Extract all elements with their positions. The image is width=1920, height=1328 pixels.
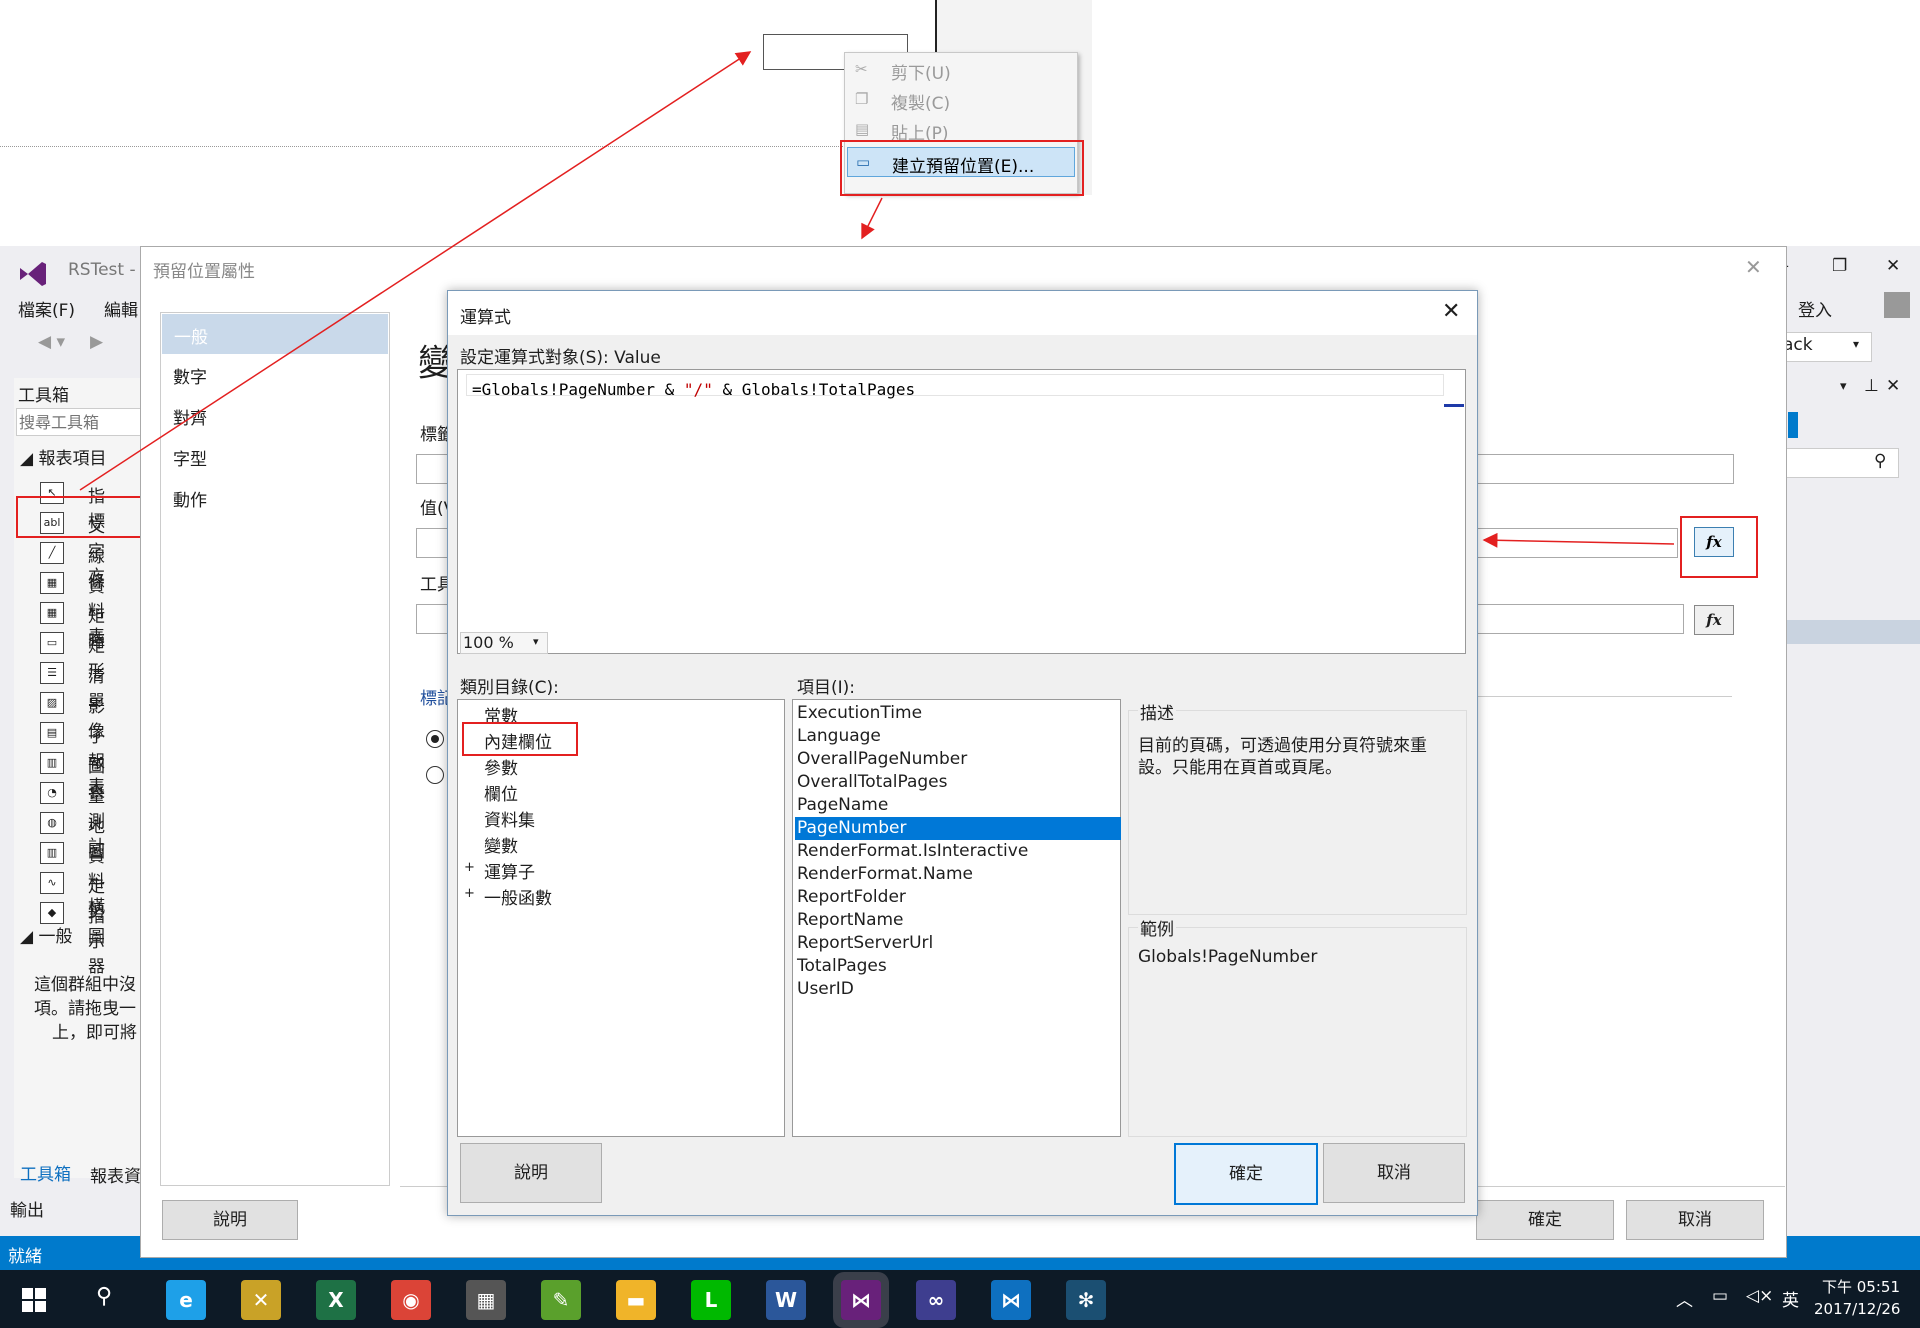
visual-studio-icon[interactable]: ⋈: [841, 1280, 881, 1320]
calculator-icon[interactable]: ▦: [466, 1280, 506, 1320]
chevron-up-icon[interactable]: ︿: [1676, 1286, 1693, 1311]
tools-icon[interactable]: ✕: [241, 1280, 281, 1320]
battery-icon[interactable]: ▭: [1712, 1286, 1728, 1306]
word-icon[interactable]: W: [766, 1280, 806, 1320]
explorer-icon[interactable]: ▬: [616, 1280, 656, 1320]
ime-indicator[interactable]: 英: [1782, 1286, 1799, 1311]
clock-time[interactable]: 下午 05:51: [1822, 1276, 1900, 1297]
search-icon[interactable]: ⚲: [96, 1284, 112, 1309]
arrow-fx-to-expression: [1482, 532, 1675, 548]
vscode-icon[interactable]: ⋈: [991, 1280, 1031, 1320]
annotation-arrows: [79, 51, 1675, 548]
speaker-icon[interactable]: ◁×: [1746, 1286, 1773, 1306]
clock-date[interactable]: 2017/12/26: [1814, 1300, 1900, 1318]
arrow-toolbox-to-textbox: [79, 51, 752, 491]
tree-icon[interactable]: ✻: [1066, 1280, 1106, 1320]
windows-start-icon[interactable]: [22, 1288, 46, 1312]
infinity-icon[interactable]: ∞: [916, 1280, 956, 1320]
line-app-icon[interactable]: L: [691, 1280, 731, 1320]
windows-taskbar: ⚲ e ✕ X ◉ ▦ ✎ ▬ L W ⋈ ∞ ⋈ ✻ ︿ ▭ ◁× 英 下午 05:51 2017/1…: [0, 1270, 1920, 1328]
ie-icon[interactable]: e: [166, 1280, 206, 1320]
arrow-menu-to-dialog: [861, 197, 883, 240]
chrome-icon[interactable]: ◉: [391, 1280, 431, 1320]
paint-icon[interactable]: ✎: [541, 1280, 581, 1320]
excel-icon[interactable]: X: [316, 1280, 356, 1320]
